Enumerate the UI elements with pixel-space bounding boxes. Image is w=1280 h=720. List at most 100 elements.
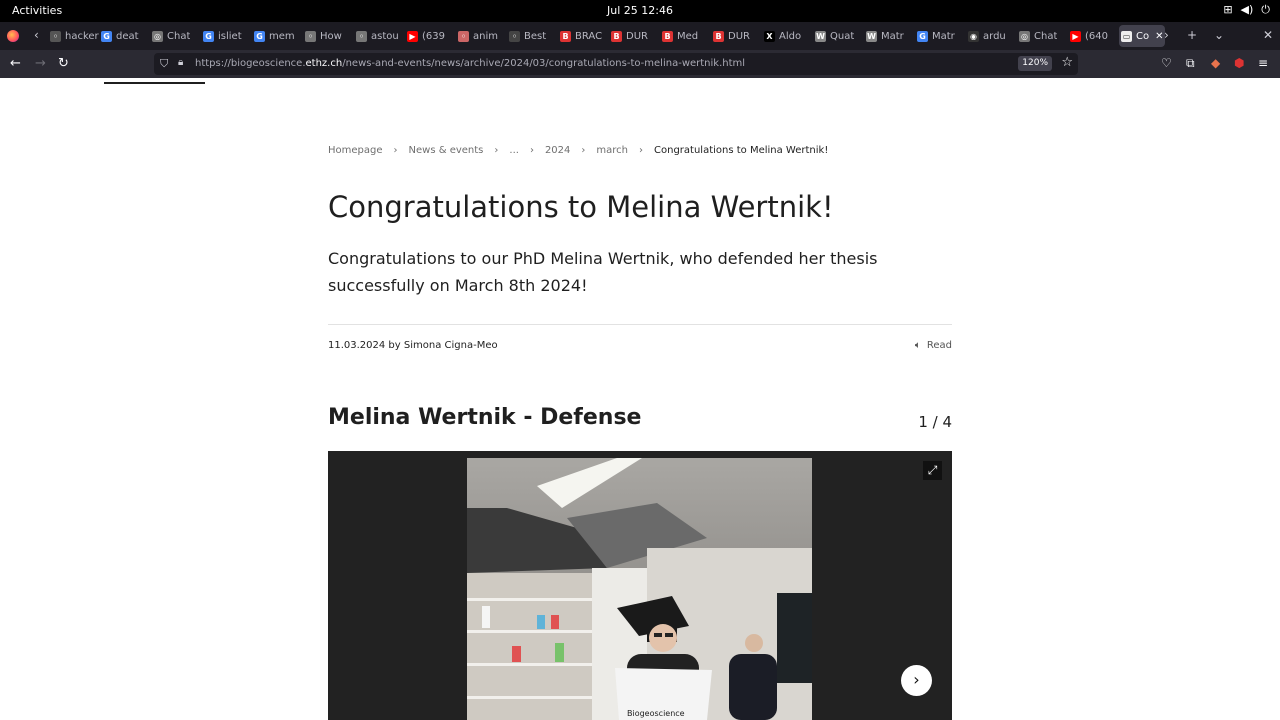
breadcrumb-current: Congratulations to Melina Wertnik! bbox=[654, 145, 829, 156]
breadcrumb-item[interactable]: march bbox=[596, 145, 628, 156]
tab-title: Med bbox=[677, 30, 699, 42]
url-text[interactable]: https://biogeoscience.ethz.ch/news-and-e… bbox=[195, 58, 745, 69]
page-title: Congratulations to Melina Wertnik! bbox=[328, 190, 834, 224]
clock[interactable]: Jul 25 12:46 bbox=[0, 4, 1280, 17]
tab-title: mem bbox=[269, 30, 295, 42]
browser-tab-active[interactable]: ▭ Co ✕ bbox=[1119, 25, 1165, 47]
google-favicon-icon: G bbox=[203, 30, 214, 42]
power-icon: ⏻ bbox=[1261, 3, 1270, 16]
chevron-right-icon: › bbox=[639, 145, 643, 156]
browser-tab[interactable]: ◎ Chat bbox=[150, 25, 201, 47]
generic-favicon-icon: ◦ bbox=[509, 30, 520, 42]
github-favicon-icon: ◉ bbox=[968, 30, 979, 42]
navigation-toolbar: ← → ↻ ⛉ 🔒︎ https://biogeoscience.ethz.ch… bbox=[0, 50, 1280, 78]
tab-title: DUR bbox=[728, 30, 750, 42]
google-favicon-icon: G bbox=[254, 30, 265, 42]
browser-tab[interactable]: B BRAC bbox=[558, 25, 609, 47]
tab-title: (639 bbox=[422, 30, 445, 42]
browser-tab[interactable]: X Aldo bbox=[762, 25, 813, 47]
system-tray[interactable]: ⊞ ◀) ⏻ bbox=[1223, 3, 1270, 17]
x-favicon-icon: X bbox=[764, 30, 775, 42]
tab-title: How bbox=[320, 30, 342, 42]
browser-tab[interactable]: B DUR bbox=[609, 25, 660, 47]
tab-scroll-right-icon[interactable]: › bbox=[1164, 28, 1169, 42]
browser-tab[interactable]: B DUR bbox=[711, 25, 762, 47]
pocket-icon[interactable]: ♡ bbox=[1161, 56, 1172, 70]
page-favicon-icon: ▭ bbox=[1121, 30, 1132, 42]
forward-icon[interactable]: → bbox=[35, 56, 46, 71]
chevron-right-icon: › bbox=[494, 145, 499, 156]
extension-icon-1[interactable]: ◆ bbox=[1211, 56, 1220, 70]
tab-title: Co bbox=[1136, 30, 1150, 42]
tab-scroll-left-icon[interactable]: ‹ bbox=[34, 28, 39, 42]
gallery-photo[interactable]: Biogeoscience bbox=[467, 458, 812, 720]
breadcrumb-item[interactable]: ... bbox=[509, 145, 519, 156]
tab-title: DUR bbox=[626, 30, 648, 42]
menu-icon[interactable]: ≡ bbox=[1258, 56, 1268, 70]
breadcrumb-item[interactable]: Homepage bbox=[328, 145, 383, 156]
system-top-bar: Activities Jul 25 12:46 ⊞ ◀) ⏻ bbox=[0, 0, 1280, 22]
image-gallery[interactable]: Biogeoscience ⤢ › bbox=[328, 451, 952, 720]
breadcrumb-item[interactable]: 2024 bbox=[545, 145, 570, 156]
browser-tab[interactable]: G Matr bbox=[915, 25, 966, 47]
speaker-icon: 🔈︎ bbox=[914, 340, 921, 351]
browser-tab[interactable]: Gmem bbox=[252, 25, 303, 47]
lock-icon[interactable]: 🔒︎ bbox=[178, 57, 183, 68]
generic-favicon-icon: ◦ bbox=[356, 30, 367, 42]
browser-tab[interactable]: Gisliet bbox=[201, 25, 252, 47]
tab-title: Best bbox=[524, 30, 547, 42]
tab-close-icon[interactable]: ✕ bbox=[1155, 31, 1163, 42]
browser-tab[interactable]: ◦ hackers bbox=[48, 25, 99, 47]
ublock-icon[interactable]: ⬢ bbox=[1234, 56, 1244, 70]
browser-tab[interactable]: ◦ astou bbox=[354, 25, 405, 47]
article-lead: Congratulations to our PhD Melina Wertni… bbox=[328, 249, 878, 295]
google-favicon-icon: G bbox=[917, 30, 928, 42]
b-favicon-icon: B bbox=[662, 30, 673, 42]
extensions-icon[interactable]: ⧉ bbox=[1186, 56, 1195, 71]
tab-title: Matr bbox=[932, 30, 955, 42]
breadcrumb: Homepage › News & events ›... › 2024 › march › Co… bbox=[328, 145, 828, 156]
breadcrumb-item[interactable]: News & events bbox=[409, 145, 484, 156]
chatgpt-favicon-icon: ◎ bbox=[1019, 30, 1030, 42]
browser-tab[interactable]: W Quat bbox=[813, 25, 864, 47]
list-all-tabs-icon[interactable]: ⌄ bbox=[1214, 28, 1224, 42]
new-tab-icon[interactable]: + bbox=[1187, 28, 1197, 42]
window-close-icon[interactable]: ✕ bbox=[1263, 28, 1273, 42]
divider bbox=[328, 324, 952, 325]
browser-tab[interactable]: ◦ Best bbox=[507, 25, 558, 47]
tab-title: Chat bbox=[1034, 30, 1058, 42]
youtube-favicon-icon: ▶ bbox=[407, 30, 418, 42]
browser-tab[interactable]: ▶ (640 bbox=[1068, 25, 1119, 47]
generic-favicon-icon: ◦ bbox=[305, 30, 316, 42]
firefox-view-icon[interactable] bbox=[7, 30, 19, 42]
tab-title: ardu bbox=[983, 30, 1006, 42]
browser-tab[interactable]: B Med bbox=[660, 25, 711, 47]
back-icon[interactable]: ← bbox=[10, 56, 21, 71]
browser-tab[interactable]: ◉ ardu bbox=[966, 25, 1017, 47]
tracking-protection-icon[interactable]: ⛉ bbox=[160, 57, 168, 71]
chevron-right-icon: › bbox=[581, 145, 586, 156]
browser-tab[interactable]: ▶ (639 bbox=[405, 25, 456, 47]
fullscreen-icon[interactable]: ⤢ bbox=[923, 461, 942, 480]
chevron-right-icon: › bbox=[529, 145, 534, 156]
zoom-level[interactable]: 120% bbox=[1018, 56, 1052, 71]
header-underline bbox=[104, 82, 205, 84]
photo-graduate-lab: Biogeoscience bbox=[467, 458, 812, 720]
tab-title: anim bbox=[473, 30, 498, 42]
reload-icon[interactable]: ↻ bbox=[58, 56, 69, 71]
browser-tab[interactable]: W Matr bbox=[864, 25, 915, 47]
tab-title: Aldo bbox=[779, 30, 802, 42]
address-bar[interactable]: ⛉ 🔒︎ https://biogeoscience.ethz.ch/news-… bbox=[154, 53, 1078, 75]
browser-tab[interactable]: Gdeat bbox=[99, 25, 150, 47]
gallery-next-button[interactable]: › bbox=[901, 665, 932, 696]
google-favicon-icon: G bbox=[101, 30, 112, 42]
tab-title: (640 bbox=[1085, 30, 1108, 42]
bookmark-star-icon[interactable]: ☆ bbox=[1061, 55, 1073, 70]
browser-tab[interactable]: ◦ anim bbox=[456, 25, 507, 47]
browser-tab[interactable]: ◦ How bbox=[303, 25, 354, 47]
browser-tab[interactable]: ◎ Chat bbox=[1017, 25, 1068, 47]
generic-favicon-icon: ◦ bbox=[458, 30, 469, 42]
read-aloud-button[interactable]: 🔈︎ Read bbox=[915, 340, 952, 351]
gallery-title: Melina Wertnik - Defense bbox=[328, 405, 642, 430]
shirt-text: Biogeoscience bbox=[627, 709, 685, 718]
